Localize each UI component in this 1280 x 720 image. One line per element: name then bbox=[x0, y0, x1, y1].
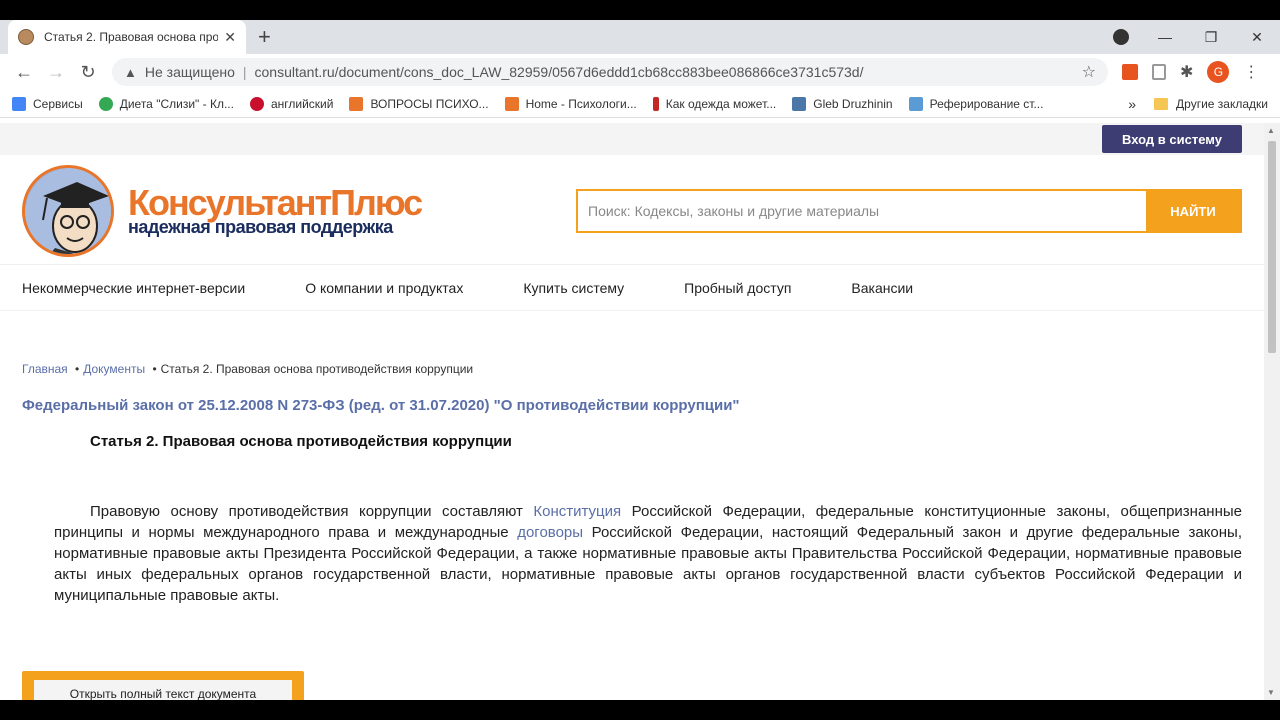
scroll-up-arrow-icon[interactable]: ▲ bbox=[1267, 126, 1275, 135]
logo-tagline: надежная правовая поддержка bbox=[128, 217, 393, 237]
page-scrollbar[interactable]: ▲ ▼ bbox=[1264, 123, 1280, 700]
law-title[interactable]: Федеральный закон от 25.12.2008 N 273-ФЗ… bbox=[22, 397, 740, 414]
apps-grid-icon bbox=[12, 96, 26, 111]
breadcrumb: Главная • Документы • Статья 2. Правовая о… bbox=[22, 362, 473, 376]
restore-button[interactable]: ❐ bbox=[1188, 29, 1234, 46]
forward-arrow-icon[interactable]: → bbox=[40, 62, 72, 83]
security-label[interactable]: Не защищено bbox=[145, 64, 235, 80]
nav-about[interactable]: О компании и продуктах bbox=[305, 280, 463, 296]
logo-mascot-icon[interactable] bbox=[22, 165, 114, 257]
treaties-link[interactable]: договоры bbox=[517, 524, 583, 541]
folder-icon bbox=[1154, 97, 1169, 110]
joomla-icon bbox=[504, 96, 519, 111]
back-arrow-icon[interactable]: ← bbox=[8, 62, 40, 83]
bookmark-item[interactable]: Как одежда может... bbox=[652, 96, 777, 111]
scroll-thumb[interactable] bbox=[1268, 141, 1276, 353]
browser-toolbar: ← → ↻ ▲ Не защищено | consultant.ru/docu… bbox=[0, 54, 1280, 90]
breadcrumb-home[interactable]: Главная bbox=[22, 362, 68, 376]
chrome-icon bbox=[98, 96, 113, 111]
body-text-part: Правовую основу противодействия коррупци… bbox=[90, 503, 534, 520]
bookmark-item[interactable]: Диета "Слизи" - Кл... bbox=[98, 96, 234, 111]
omnibox-divider: | bbox=[242, 64, 247, 80]
bookmark-label: Реферирование ст... bbox=[929, 96, 1044, 111]
bookmarks-bar: Сервисы Диета "Слизи" - Кл... английский… bbox=[0, 90, 1280, 118]
article-title: Статья 2. Правовая основа противодействи… bbox=[90, 433, 512, 450]
bookmark-label: Как одежда может... bbox=[665, 96, 777, 111]
extension-icon[interactable] bbox=[1122, 64, 1138, 80]
profile-avatar[interactable]: G bbox=[1207, 61, 1230, 83]
tab-strip: Статья 2. Правовая основа прот ✕ + — ❐ ✕ bbox=[0, 20, 1280, 54]
breadcrumb-documents[interactable]: Документы bbox=[83, 362, 145, 376]
s-logo-icon bbox=[652, 96, 659, 111]
bookmark-label: Home - Психологи... bbox=[525, 96, 637, 111]
main-nav: Некоммерческие интернет-версии О компани… bbox=[0, 265, 1264, 311]
bookmark-item[interactable]: английский bbox=[249, 96, 334, 111]
search-input[interactable] bbox=[578, 191, 1146, 231]
window-controls: — ❐ ✕ bbox=[1142, 20, 1280, 54]
bookmark-star-icon[interactable]: ☆ bbox=[1082, 62, 1096, 82]
nav-noncommercial[interactable]: Некоммерческие интернет-версии bbox=[22, 280, 245, 296]
bookmark-item[interactable]: Реферирование ст... bbox=[908, 96, 1044, 111]
bookmark-item[interactable]: Home - Психологи... bbox=[504, 96, 637, 111]
site-search: НАЙТИ bbox=[576, 189, 1242, 233]
browser-window: Статья 2. Правовая основа прот ✕ + — ❐ ✕… bbox=[0, 20, 1280, 700]
logo-text[interactable]: КонсультантПлюс надежная правовая поддер… bbox=[128, 182, 423, 238]
breadcrumb-separator: • bbox=[75, 362, 80, 376]
bookmark-item[interactable]: ВОПРОСЫ ПСИХО... bbox=[349, 96, 489, 111]
other-bookmarks-label: Другие закладки bbox=[1176, 96, 1268, 111]
article-body: Правовую основу противодействия коррупци… bbox=[54, 501, 1242, 606]
logo-brand: КонсультантПлюс bbox=[128, 182, 423, 223]
close-window-button[interactable]: ✕ bbox=[1234, 29, 1280, 46]
tab-title: Статья 2. Правовая основа прот bbox=[44, 30, 219, 44]
bookmark-item[interactable]: Сервисы bbox=[12, 96, 83, 111]
bookmark-label: Сервисы bbox=[33, 96, 83, 111]
extensions-area: ✱ G ⋮ bbox=[1122, 61, 1259, 83]
constitution-link[interactable]: Конституция bbox=[533, 503, 621, 520]
address-bar[interactable]: ▲ Не защищено | consultant.ru/document/c… bbox=[112, 58, 1108, 86]
nav-buy[interactable]: Купить систему bbox=[523, 280, 624, 296]
vk-icon bbox=[792, 96, 807, 111]
active-tab[interactable]: Статья 2. Правовая основа прот ✕ bbox=[8, 20, 246, 54]
bookmark-label: Диета "Слизи" - Кл... bbox=[119, 96, 234, 111]
other-bookmarks[interactable]: Другие закладки bbox=[1154, 97, 1268, 111]
bookmarks-overflow-button[interactable]: » bbox=[1128, 96, 1136, 112]
nav-trial[interactable]: Пробный доступ bbox=[684, 280, 791, 296]
url-text[interactable]: consultant.ru/document/cons_doc_LAW_8295… bbox=[255, 64, 1082, 80]
az-icon bbox=[908, 96, 923, 111]
mascot-drawing bbox=[25, 168, 111, 254]
bookmark-label: ВОПРОСЫ ПСИХО... bbox=[370, 96, 489, 111]
flag-icon bbox=[249, 96, 264, 111]
search-button[interactable]: НАЙТИ bbox=[1146, 191, 1240, 231]
joomla-icon bbox=[349, 96, 364, 111]
menu-dots-icon[interactable]: ⋮ bbox=[1243, 62, 1259, 82]
open-full-text-button[interactable]: Открыть полный текст документа bbox=[34, 680, 292, 700]
bookmark-item[interactable]: Gleb Druzhinin bbox=[792, 96, 893, 111]
open-full-text-container: Открыть полный текст документа bbox=[22, 671, 304, 700]
puzzle-icon[interactable]: ✱ bbox=[1180, 62, 1193, 82]
login-button[interactable]: Вход в систему bbox=[1102, 125, 1242, 153]
new-tab-button[interactable]: + bbox=[258, 24, 271, 50]
tab-search-icon[interactable] bbox=[1113, 29, 1129, 45]
bookmark-label: английский bbox=[270, 96, 334, 111]
office-extension-icon[interactable] bbox=[1152, 64, 1166, 80]
breadcrumb-current: Статья 2. Правовая основа противодействи… bbox=[160, 362, 474, 376]
bookmark-label: Gleb Druzhinin bbox=[813, 96, 893, 111]
reload-icon[interactable]: ↻ bbox=[72, 62, 104, 83]
minimize-button[interactable]: — bbox=[1142, 29, 1188, 45]
web-page: Вход в систему КонсультантПлюс надежная … bbox=[0, 123, 1264, 700]
site-header: КонсультантПлюс надежная правовая поддер… bbox=[0, 155, 1264, 265]
tab-close-icon[interactable]: ✕ bbox=[224, 29, 236, 46]
tab-favicon-icon bbox=[18, 29, 34, 45]
breadcrumb-separator: • bbox=[152, 362, 157, 376]
warning-triangle-icon[interactable]: ▲ bbox=[124, 65, 137, 80]
site-topbar: Вход в систему bbox=[0, 123, 1264, 155]
nav-vacancies[interactable]: Вакансии bbox=[851, 280, 913, 296]
scroll-down-arrow-icon[interactable]: ▼ bbox=[1267, 688, 1275, 697]
